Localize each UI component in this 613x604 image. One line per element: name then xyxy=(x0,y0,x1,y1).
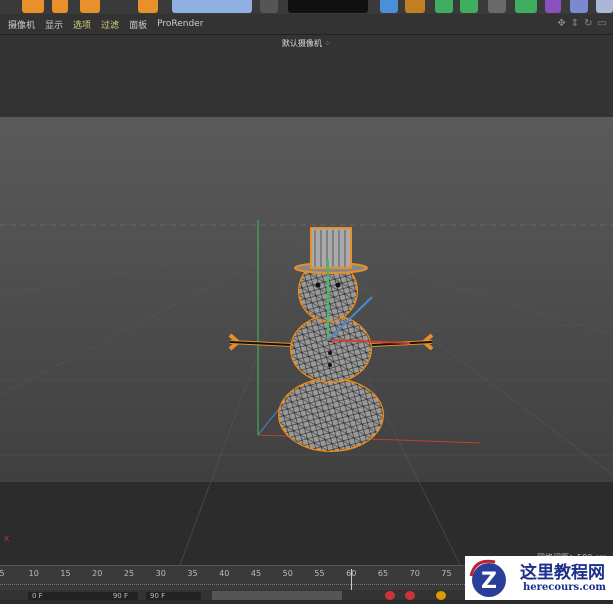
menu-camera[interactable]: 摄像机 xyxy=(8,18,35,31)
timeline-tick: 30 xyxy=(155,569,166,578)
pan-icon[interactable]: ✥ xyxy=(557,18,565,29)
watermark-url: herecours.com xyxy=(523,582,607,593)
camera-name: 默认摄像机 xyxy=(281,39,322,48)
svg-text:Z: Z xyxy=(481,569,497,594)
xyz-axis-lock-icons[interactable] xyxy=(172,0,252,13)
menu-display[interactable]: 显示 xyxy=(45,18,63,31)
scene-icon[interactable] xyxy=(570,0,588,13)
camera-icon[interactable]: ⁘ xyxy=(324,39,331,48)
spline-pen-icon[interactable] xyxy=(405,0,425,13)
timeline-tick: 5 xyxy=(0,569,5,578)
dolly-icon[interactable]: ⇕ xyxy=(571,18,579,29)
extrude-icon[interactable] xyxy=(460,0,478,13)
cloner-icon[interactable] xyxy=(488,0,506,13)
timeline-tick: 50 xyxy=(282,569,293,578)
floor-dark xyxy=(0,482,613,565)
menu-panel[interactable]: 面板 xyxy=(129,18,147,31)
start-frame: 0 F xyxy=(32,592,43,600)
camera-label: 默认摄像机 ⁘ xyxy=(0,38,613,49)
timeline-tick: 45 xyxy=(250,569,262,578)
scale-tool-icon[interactable] xyxy=(52,0,68,13)
viewport-nav-icons: ✥ ⇕ ↻ ▭ xyxy=(557,18,607,29)
timeline-tick: 55 xyxy=(314,569,325,578)
watermark-title: 这里教程网 xyxy=(520,563,605,583)
timeline-tick: 65 xyxy=(377,569,389,578)
timeline-tick: 25 xyxy=(123,569,135,578)
timeline-tick: 70 xyxy=(409,569,420,578)
timeline-tick: 40 xyxy=(219,569,230,578)
coordinate-system-icon[interactable] xyxy=(260,0,278,13)
viewport-scene: x xyxy=(0,117,613,565)
deformer-icon[interactable] xyxy=(545,0,561,13)
playhead[interactable] xyxy=(351,569,353,591)
autokey-icon[interactable] xyxy=(405,591,415,600)
render-buttons[interactable] xyxy=(288,0,368,13)
record-icon[interactable] xyxy=(385,591,395,600)
main-toolbar xyxy=(0,0,613,14)
transport-buttons[interactable] xyxy=(212,591,342,600)
frame-range-slider[interactable]: 0 F 90 F xyxy=(28,592,138,600)
mograph-icon[interactable] xyxy=(515,0,537,13)
timeline-tick: 35 xyxy=(187,569,198,578)
max-frame-field[interactable]: 90 F xyxy=(146,592,201,600)
light-icon[interactable] xyxy=(596,0,613,13)
watermark-logo: Z 这里教程网 herecours.com xyxy=(465,556,613,600)
3d-viewport[interactable]: x 默认摄像机 ⁘ 网格间距：500 cm xyxy=(0,35,613,565)
menu-options[interactable]: 选项 xyxy=(73,18,91,31)
recent-tool-icon[interactable] xyxy=(138,0,158,13)
menu-prorender[interactable]: ProRender xyxy=(157,19,203,29)
rotate-tool-icon[interactable] xyxy=(80,0,100,13)
maximize-icon[interactable]: ▭ xyxy=(598,18,607,29)
timeline-tick: 20 xyxy=(92,569,103,578)
keyframe-icon[interactable] xyxy=(436,591,446,600)
subdivision-icon[interactable] xyxy=(435,0,453,13)
timeline-tick: 15 xyxy=(60,569,71,578)
menu-filter[interactable]: 过滤 xyxy=(101,18,119,31)
orbit-icon[interactable]: ↻ xyxy=(584,18,592,29)
cube-icon[interactable] xyxy=(380,0,398,13)
timeline-tick: 10 xyxy=(28,569,39,578)
end-frame: 90 F xyxy=(112,592,128,600)
timeline-tick: 75 xyxy=(441,569,452,578)
viewport-menu-bar: 摄像机 显示 选项 过滤 面板 ProRender xyxy=(0,14,613,35)
axis-x-label: x xyxy=(4,534,10,544)
move-tool-icon[interactable] xyxy=(22,0,44,13)
